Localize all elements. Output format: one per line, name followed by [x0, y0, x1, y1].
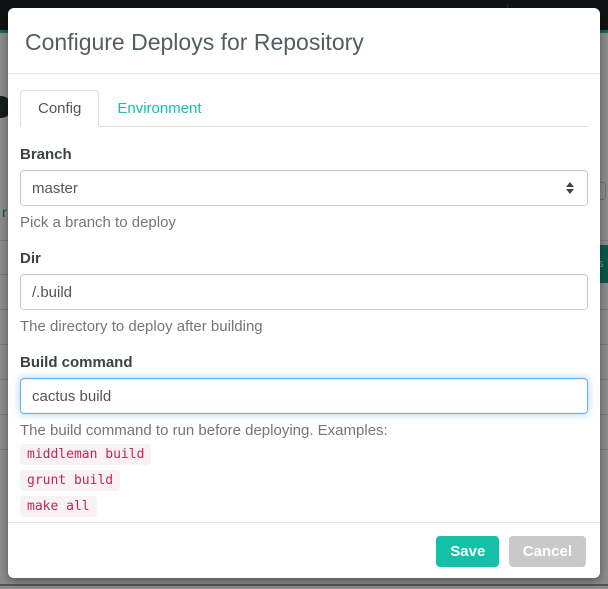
modal-footer: Save Cancel [8, 522, 600, 581]
branch-select-value: master [32, 180, 78, 197]
build-command-input[interactable] [20, 378, 588, 414]
select-arrows-icon [566, 182, 574, 194]
save-button[interactable]: Save [436, 536, 499, 567]
dir-help-text: The directory to deploy after building [20, 318, 588, 335]
configure-deploys-modal: Configure Deploys for Repository Config … [8, 8, 600, 578]
build-command-help-text: The build command to run before deployin… [20, 422, 588, 439]
dir-field-group: Dir The directory to deploy after buildi… [20, 250, 588, 335]
cancel-button[interactable]: Cancel [509, 536, 586, 567]
branch-help-text: Pick a branch to deploy [20, 214, 588, 231]
build-command-field-group: Build command The build command to run b… [20, 354, 588, 517]
branch-field-group: Branch master Pick a branch to deploy [20, 146, 588, 231]
build-command-label: Build command [20, 354, 588, 371]
build-command-examples: middleman build grunt build make all [20, 444, 588, 517]
code-example: make all [20, 496, 97, 517]
tab-config[interactable]: Config [20, 90, 99, 127]
code-example: middleman build [20, 444, 151, 465]
branch-label: Branch [20, 146, 588, 163]
tab-environment[interactable]: Environment [99, 90, 219, 127]
dir-input[interactable] [20, 274, 588, 310]
modal-header: Configure Deploys for Repository [8, 8, 600, 74]
modal-body: Config Environment Branch master Pick a … [8, 74, 600, 522]
modal-title: Configure Deploys for Repository [25, 29, 584, 56]
tab-bar: Config Environment [20, 90, 588, 127]
code-example: grunt build [20, 470, 120, 491]
branch-select[interactable]: master [20, 170, 588, 206]
dir-label: Dir [20, 250, 588, 267]
